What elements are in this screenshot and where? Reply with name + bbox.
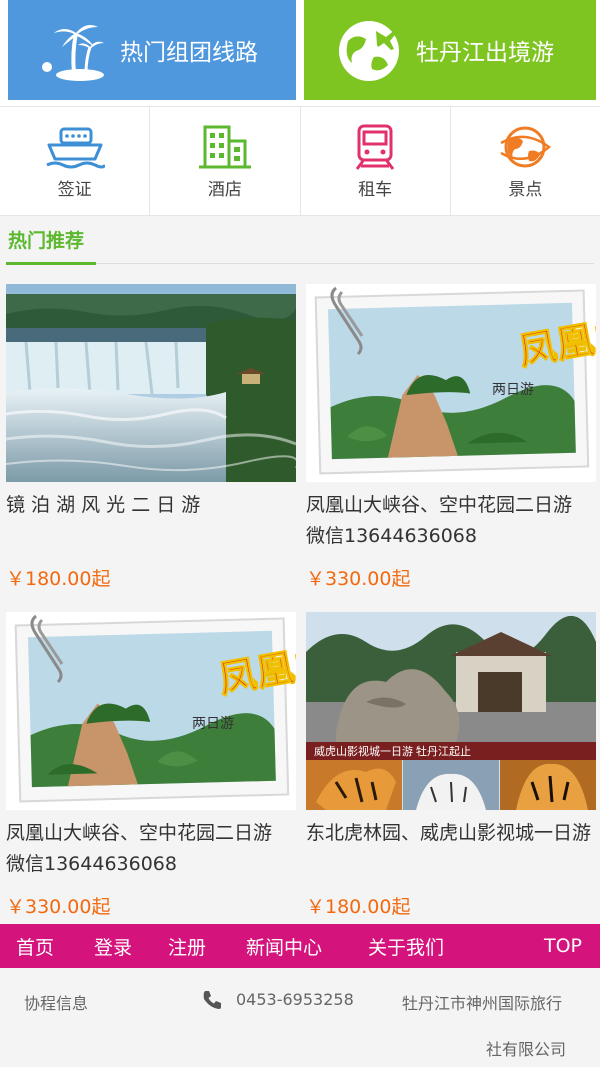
train-icon xyxy=(355,124,395,170)
tiger-banner-caption: 威虎山影视城一日游 牡丹江起止 xyxy=(314,744,471,758)
product-price: ￥180.00起 xyxy=(6,568,111,590)
nav-login[interactable]: 登录 xyxy=(94,933,132,960)
two-day-caption: 两日游 xyxy=(192,715,234,731)
product-price: ￥330.00起 xyxy=(306,568,411,590)
group-tour-label: 热门组团线路 xyxy=(120,40,258,66)
product-title[interactable]: 凤凰山大峡谷、空中花园二日游 微信13644636068 xyxy=(6,818,296,880)
nav-about[interactable]: 关于我们 xyxy=(368,933,444,960)
footer-company-line1: 牡丹江市神州国际旅行 xyxy=(402,994,563,1013)
product-price: ￥180.00起 xyxy=(306,896,411,918)
outbound-tour-banner[interactable]: 牡丹江出境游 xyxy=(304,0,596,100)
building-icon xyxy=(198,125,251,168)
phone-icon xyxy=(203,991,221,1009)
section-underline xyxy=(6,262,96,265)
nav-home[interactable]: 首页 xyxy=(16,933,54,960)
product-image-waterfall[interactable] xyxy=(6,284,296,482)
ship-icon xyxy=(45,127,105,168)
group-tour-banner[interactable]: 热门组团线路 xyxy=(8,0,296,100)
category-row: 签证 酒店 租车 景点 xyxy=(0,106,600,216)
top-banners: 热门组团线路 牡丹江出境游 xyxy=(0,0,600,106)
outbound-tour-label: 牡丹江出境游 xyxy=(416,40,554,66)
category-visa-label: 签证 xyxy=(57,179,92,200)
nav-news[interactable]: 新闻中心 xyxy=(246,933,322,960)
footer-phone[interactable]: 0453-6953258 xyxy=(236,990,354,1009)
bottom-nav: 首页 登录 注册 新闻中心 关于我们 TOP xyxy=(0,924,600,968)
category-car-rental-label: 租车 xyxy=(358,179,393,200)
footer-company-line2: 社有限公司 xyxy=(486,1040,567,1059)
category-hotel[interactable]: 酒店 xyxy=(150,107,301,215)
product-image-fenghuang[interactable]: 凤凰山 两日游 xyxy=(306,284,596,482)
section-title: 热门推荐 xyxy=(8,230,85,252)
product-image-fenghuang[interactable]: 凤凰山 两日游 xyxy=(6,612,296,810)
two-day-caption: 两日游 xyxy=(492,381,534,397)
product-title[interactable]: 东北虎林园、威虎山影视城一日游 xyxy=(306,818,596,849)
palm-island-icon xyxy=(42,25,104,81)
product-title[interactable]: 凤凰山大峡谷、空中花园二日游 微信13644636068 xyxy=(306,490,596,552)
section-header: 热门推荐 xyxy=(0,216,600,268)
product-title[interactable]: 镜 泊 湖 风 光 二 日 游 xyxy=(6,490,296,521)
globe-airplane-icon xyxy=(339,21,399,81)
category-car-rental[interactable]: 租车 xyxy=(301,107,451,215)
section-divider xyxy=(96,263,594,264)
category-attractions[interactable]: 景点 xyxy=(451,107,600,215)
globe-icon xyxy=(500,126,552,167)
footer-info-label[interactable]: 协程信息 xyxy=(24,990,88,1014)
nav-register[interactable]: 注册 xyxy=(168,933,206,960)
footer-info: 协程信息 0453-6953258 牡丹江市神州国际旅行 社有限公司 xyxy=(0,968,600,1067)
product-image-tiger-park[interactable]: 威虎山影视城一日游 牡丹江起止 xyxy=(306,612,596,810)
category-hotel-label: 酒店 xyxy=(207,179,242,200)
category-attractions-label: 景点 xyxy=(508,179,543,200)
nav-top[interactable]: TOP xyxy=(544,935,582,957)
product-grid: 镜 泊 湖 风 光 二 日 游 ￥180.00起 凤凰山 两日游 凤凰山大峡谷、… xyxy=(0,268,600,924)
product-price: ￥330.00起 xyxy=(6,896,111,918)
category-visa[interactable]: 签证 xyxy=(0,107,151,215)
